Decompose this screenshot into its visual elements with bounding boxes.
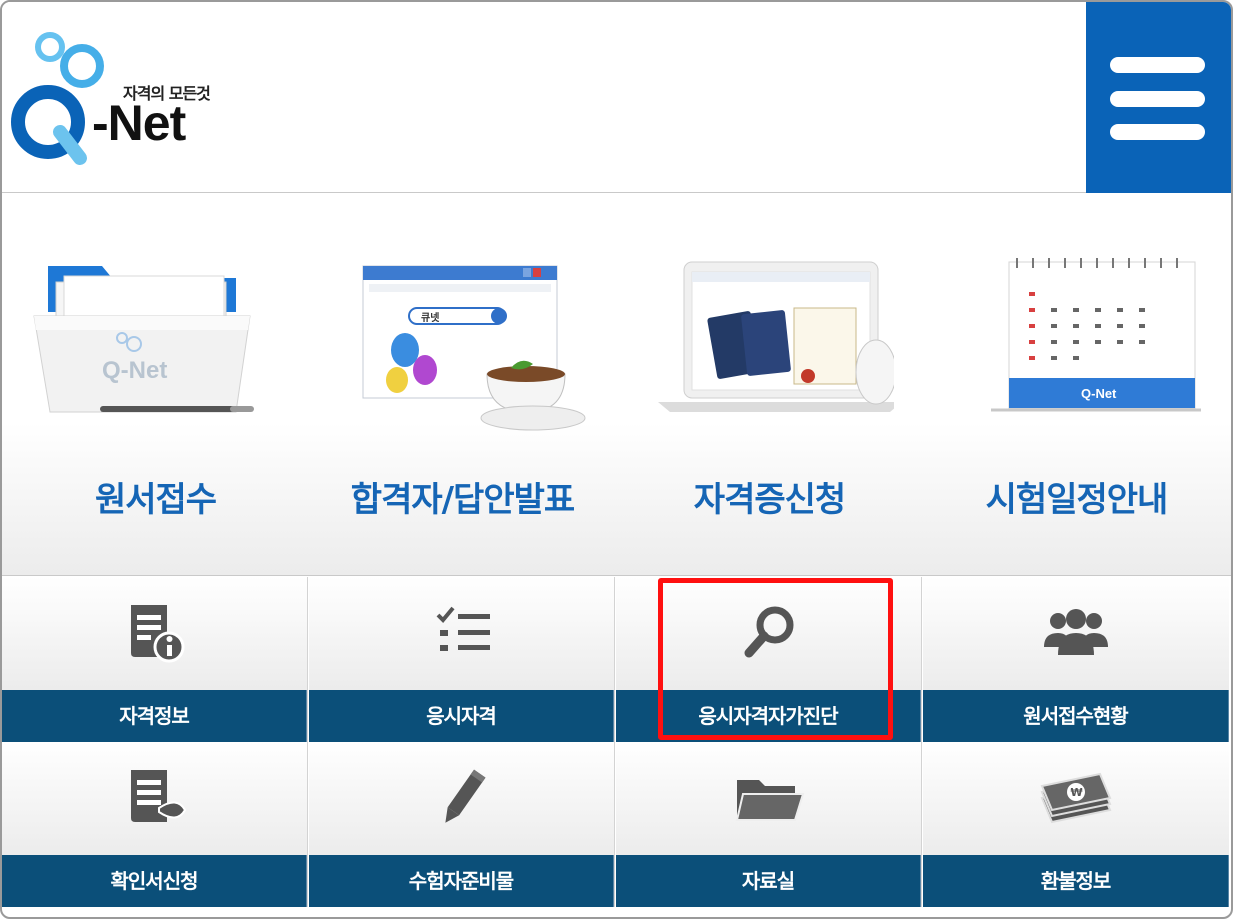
pencil-icon — [422, 764, 502, 834]
calendar-illustration-icon: Q-Net — [951, 252, 1213, 442]
tile-archive[interactable]: 자료실 — [616, 742, 922, 907]
tile-self-diagnosis[interactable]: 응시자격자가진단 — [616, 577, 922, 742]
tile-label: 응시자격 — [309, 690, 614, 742]
tile-label: 수험자준비물 — [309, 855, 614, 907]
main-menu: Q-Net 원서접수 큐넷 합격자/답안발표 자격증신청 Q-Net 시험일정안… — [2, 194, 1231, 576]
tile-label: 응시자격자가진단 — [616, 690, 921, 742]
tile-refund-info[interactable]: ₩ 환불정보 — [923, 742, 1229, 907]
main-menu-schedule[interactable]: Q-Net 시험일정안내 — [923, 194, 1230, 576]
folder-illustration-icon: Q-Net — [30, 252, 280, 442]
qnet-logo[interactable]: 자격의 모든것 -Net — [6, 26, 226, 166]
main-menu-label: 합격자/답안발표 — [350, 480, 575, 520]
main-menu-label: 자격증신청 — [693, 480, 846, 520]
tile-qualification-info[interactable]: 자격정보 — [2, 577, 308, 742]
tile-application-status[interactable]: 원서접수현황 — [923, 577, 1229, 742]
hamburger-menu-button[interactable] — [1086, 2, 1231, 193]
main-menu-label: 원서접수 — [94, 480, 217, 520]
search-icon — [729, 599, 809, 669]
tile-label: 원서접수현황 — [923, 690, 1229, 742]
svg-text:큐넷: 큐넷 — [421, 311, 439, 324]
app-frame: 자격의 모든것 -Net Q-Net 원서접수 큐넷 합격자/답안발표 자격증신… — [0, 0, 1233, 919]
tile-label: 자료실 — [616, 855, 921, 907]
tile-label: 환불정보 — [923, 855, 1229, 907]
checklist-icon — [422, 599, 502, 669]
money-icon: ₩ — [1036, 764, 1116, 834]
document-edit-icon — [115, 764, 195, 834]
tile-eligibility[interactable]: 응시자격 — [309, 577, 615, 742]
browser-teacup-illustration-icon: 큐넷 — [337, 252, 587, 442]
users-group-icon — [1036, 599, 1116, 669]
tile-label: 자격정보 — [2, 690, 307, 742]
svg-text:₩: ₩ — [1071, 786, 1083, 799]
folder-icon — [729, 764, 809, 834]
tile-label: 확인서신청 — [2, 855, 307, 907]
laptop-certificate-illustration-icon — [644, 252, 902, 442]
svg-text:Q-Net: Q-Net — [102, 357, 167, 384]
logo-name: -Net — [92, 95, 186, 151]
document-info-icon — [115, 599, 195, 669]
tile-exam-supplies[interactable]: 수험자준비물 — [309, 742, 615, 907]
tile-certificate-request[interactable]: 확인서신청 — [2, 742, 308, 907]
main-menu-certificate[interactable]: 자격증신청 — [616, 194, 923, 576]
main-menu-label: 시험일정안내 — [985, 480, 1169, 520]
svg-text:Q-Net: Q-Net — [1081, 386, 1117, 401]
main-menu-application[interactable]: Q-Net 원서접수 — [2, 194, 309, 576]
header: 자격의 모든것 -Net — [2, 2, 1231, 193]
quick-menu-grid: 자격정보 응시자격 응시자격자가진단 원서접수현황 확인서신청 수험자준비물 자… — [2, 577, 1231, 917]
main-menu-results[interactable]: 큐넷 합격자/답안발표 — [309, 194, 616, 576]
